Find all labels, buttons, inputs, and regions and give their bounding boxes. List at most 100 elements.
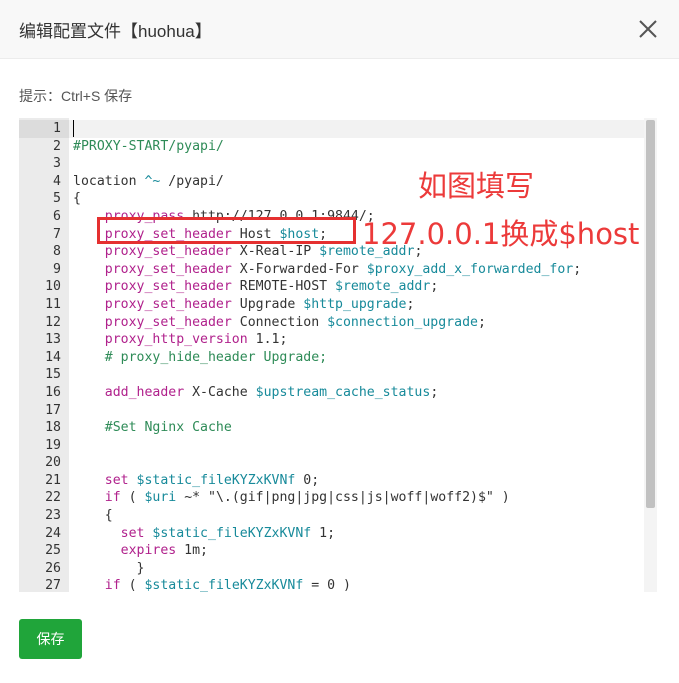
line-number: 12 [45,314,61,330]
code-line[interactable]: 23 { [19,507,644,525]
code-line[interactable]: 5{ [19,190,644,208]
code-line[interactable]: 19 [19,437,644,455]
code-line[interactable]: 10 proxy_set_header REMOTE-HOST $remote_… [19,278,644,296]
line-number: 4 [53,173,61,189]
code-line[interactable]: 4 location ^~ /pyapi/ [19,173,644,191]
code-token: #PROXY-START/pyapi/ [73,138,224,154]
annotation-note-fill: 如图填写 [418,169,535,203]
code-line[interactable]: 22 if ( $uri ~* "\.(gif|png|jpg|css|js|w… [19,489,644,507]
line-number: 9 [53,261,61,277]
line-number: 6 [53,208,61,224]
code-line[interactable]: 13 proxy_http_version 1.1; [19,331,644,349]
code-token: X-Forwarded-For [231,261,367,277]
code-token: proxy_set_header [104,244,232,260]
code-token: add_header [104,384,185,400]
scrollbar-thumb[interactable] [646,120,655,508]
code-token: proxy_set_header [104,314,232,330]
line-number: 3 [53,156,61,172]
code-line[interactable]: 24 set $static_fileKYZxKVNf 1; [19,525,644,543]
line-number: 10 [45,279,61,295]
code-text: location ^~ /pyapi/ [73,173,224,191]
code-text: proxy_http_version 1.1; [73,331,288,349]
code-lines[interactable]: 1 2 #PROXY-START/pyapi/3 4 location ^~ /pyap… [19,120,644,592]
code-token: $proxy_add_x_forwarded_for [366,261,574,277]
code-line[interactable]: 2 #PROXY-START/pyapi/ [19,138,644,156]
code-line[interactable]: 27 if ( $static_fileKYZxKVNf = 0 ) [19,577,644,592]
code-token: ; [430,384,439,400]
code-line[interactable]: 25 expires 1m; [19,542,644,560]
code-text: expires 1m; [73,542,208,560]
line-number: 5 [53,191,61,207]
code-text: #Set Nginx Cache [73,419,232,437]
code-token: { [73,508,113,524]
code-text: proxy_set_header Connection $connection_… [73,314,486,332]
code-text: if ( $static_fileKYZxKVNf = 0 ) [73,577,351,592]
code-text: if ( $uri ~* "\.(gif|png|jpg|css|js|woff… [73,489,510,507]
line-number: 19 [45,437,61,453]
code-line[interactable]: 14 # proxy_hide_header Upgrade; [19,349,644,367]
code-token: if [104,578,121,592]
code-token: ; [573,261,582,277]
code-token: X-Cache [184,384,256,400]
code-text: { [73,507,113,525]
code-token: X-Real-IP [231,244,320,260]
code-token: proxy_set_header [104,279,232,295]
code-token: #Set Nginx Cache [104,420,232,436]
line-number: 16 [45,384,61,400]
code-line[interactable]: 20 [19,454,644,472]
code-token: $remote_addr [335,279,431,295]
code-text: { [73,190,81,208]
code-token: 1m; [176,543,208,559]
code-token: location [73,173,145,189]
code-line[interactable]: 3 [19,155,644,173]
editor-scrollbar[interactable] [644,118,657,592]
code-token: proxy_set_header [104,261,232,277]
code-token: proxy_set_header [104,296,232,312]
code-editor[interactable]: 1 2 #PROXY-START/pyapi/3 4 location ^~ /pyap… [19,118,657,592]
code-token: } [73,560,145,576]
line-number: 20 [45,455,61,471]
code-line[interactable]: 21 set $static_fileKYZxKVNf 0; [19,472,644,490]
code-token: ; [430,279,439,295]
code-line[interactable]: 9 proxy_set_header X-Forwarded-For $prox… [19,261,644,279]
code-token: ; [477,314,486,330]
line-number: 23 [45,508,61,524]
text-cursor [73,120,74,137]
code-text: set $static_fileKYZxKVNf 1; [73,525,335,543]
code-token: $static_fileKYZxKVNf [136,472,296,488]
line-number: 27 [45,578,61,592]
code-line[interactable]: 1 [19,120,644,138]
annotation-note-replace: 127.0.0.1换成$host [362,217,640,251]
code-line[interactable]: 18 #Set Nginx Cache [19,419,644,437]
line-number: 22 [45,490,61,506]
close-button[interactable] [635,16,661,42]
code-token: $static_fileKYZxKVNf [144,578,304,592]
line-number: 11 [45,296,61,312]
code-token: 0; [295,472,320,488]
code-line[interactable]: 26 } [19,560,644,578]
code-line[interactable]: 12 proxy_set_header Connection $connecti… [19,314,644,332]
save-button[interactable]: 保存 [19,619,82,659]
code-line[interactable]: 11 proxy_set_header Upgrade $http_upgrad… [19,296,644,314]
code-token: ~* "\.(gif|png|jpg|css|js|woff|woff2)$" … [176,490,510,506]
code-token: $upstream_cache_status [255,384,431,400]
line-number: 26 [45,560,61,576]
code-line[interactable]: 17 [19,402,644,420]
code-line[interactable]: 16 add_header X-Cache $upstream_cache_st… [19,384,644,402]
line-number: 17 [45,402,61,418]
line-number: 1 [53,121,61,136]
code-token: ; [406,296,415,312]
code-token: REMOTE-HOST [231,279,336,295]
code-token: $static_fileKYZxKVNf [152,525,312,541]
code-line[interactable]: 15 [19,366,644,384]
